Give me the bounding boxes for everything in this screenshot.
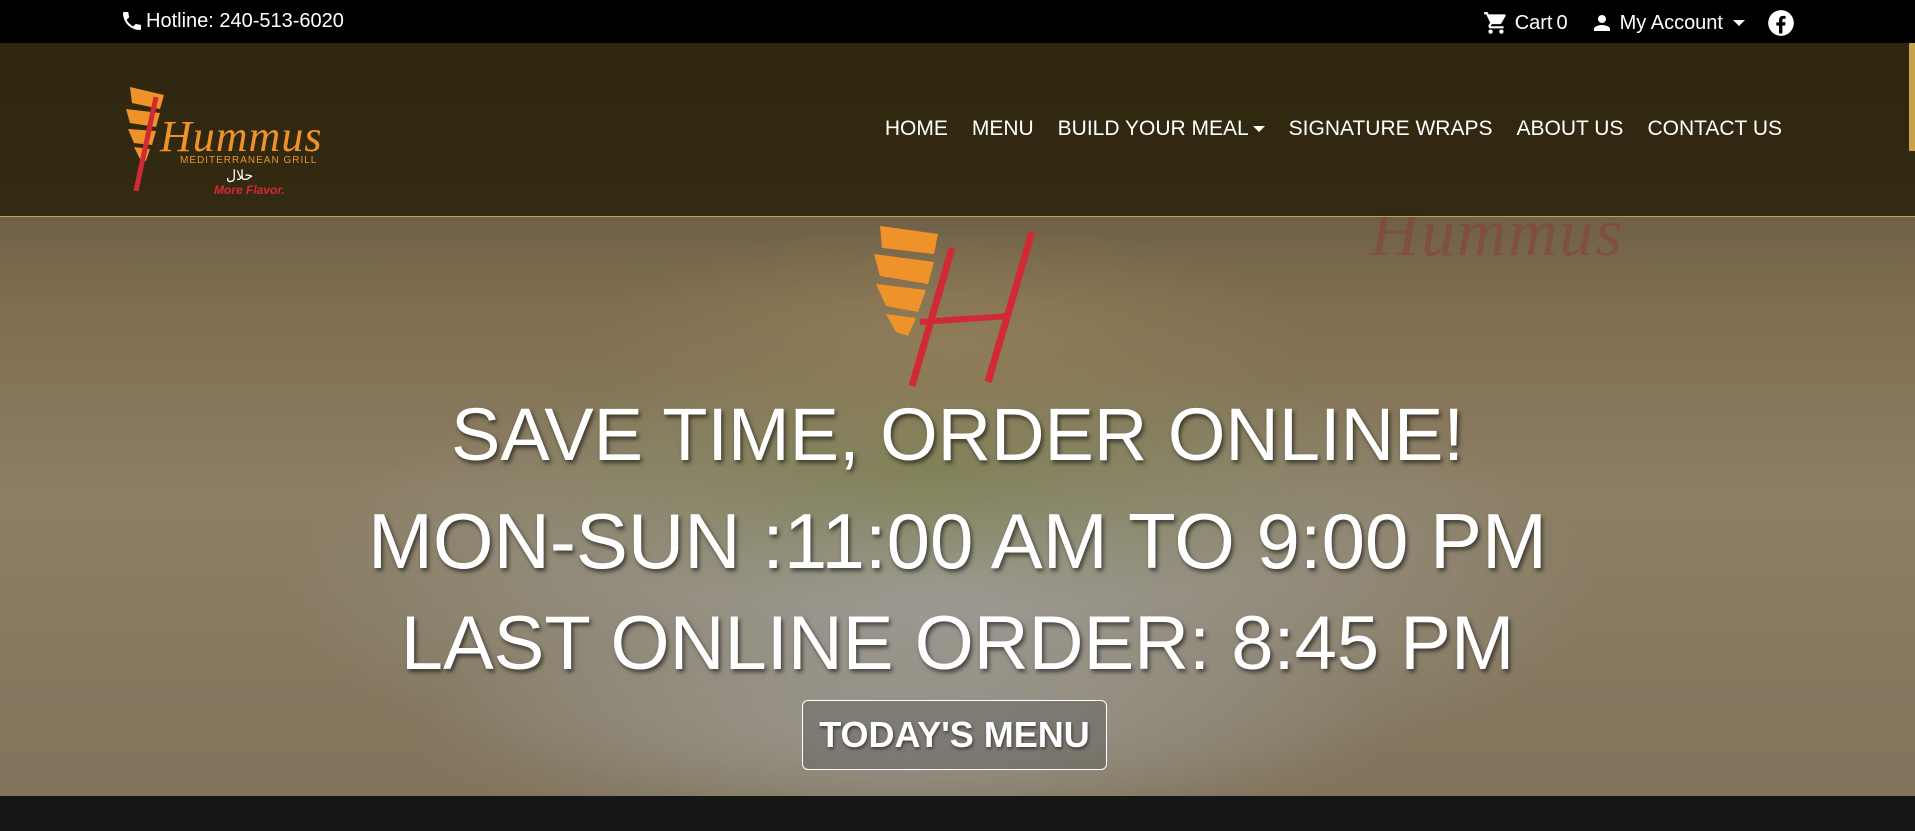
nav-contact-us[interactable]: CONTACT US	[1647, 117, 1782, 141]
site-logo[interactable]: Hummus MEDITERRANEAN GRILL حلال More Fla…	[120, 73, 330, 197]
nav-about-us[interactable]: ABOUT US	[1516, 117, 1623, 141]
facebook-link[interactable]	[1767, 9, 1795, 37]
hotline[interactable]: Hotline: 240-513-6020	[120, 9, 344, 33]
hero-last-order: LAST ONLINE ORDER: 8:45 PM	[400, 601, 1515, 686]
my-account-label: My Account	[1619, 11, 1723, 34]
cart-icon	[1483, 12, 1506, 34]
nav-build-your-meal[interactable]: BUILD YOUR MEAL	[1058, 117, 1265, 141]
facebook-icon	[1768, 10, 1794, 36]
logo-subtitle: MEDITERRANEAN GRILL	[180, 155, 318, 166]
nav-menu[interactable]: MENU	[972, 117, 1034, 141]
cart-label: Cart	[1514, 11, 1553, 34]
primary-nav: HOME MENU BUILD YOUR MEAL SIGNATURE WRAP…	[885, 117, 1782, 141]
cart-link[interactable]: Cart 0	[1483, 10, 1568, 36]
user-icon	[1593, 15, 1610, 31]
nav-build-your-meal-label: BUILD YOUR MEAL	[1057, 117, 1249, 140]
logo-halal: حلال	[226, 167, 254, 183]
nav-signature-wraps[interactable]: SIGNATURE WRAPS	[1289, 117, 1493, 141]
cart-count: 0	[1556, 11, 1568, 34]
chevron-down-icon	[1733, 20, 1745, 26]
nav-home[interactable]: HOME	[885, 117, 948, 141]
scrollbar[interactable]	[1909, 43, 1915, 151]
phone-icon	[123, 12, 141, 30]
hero-headline: SAVE TIME, ORDER ONLINE!	[451, 393, 1464, 476]
hero-logo-icon	[874, 226, 1036, 387]
my-account-dropdown[interactable]: My Account	[1590, 11, 1745, 35]
todays-menu-button[interactable]: TODAY'S MENU	[802, 700, 1107, 770]
top-bar: Hotline: 240-513-6020 Cart 0 My Account	[0, 0, 1915, 43]
logo-tagline: More Flavor.	[214, 183, 285, 197]
main-navbar: Hummus MEDITERRANEAN GRILL حلال More Fla…	[0, 43, 1915, 217]
chevron-down-icon	[1252, 126, 1265, 132]
hotline-text: Hotline: 240-513-6020	[146, 9, 344, 32]
hero-hours: MON-SUN :11:00 AM TO 9:00 PM	[367, 497, 1548, 585]
